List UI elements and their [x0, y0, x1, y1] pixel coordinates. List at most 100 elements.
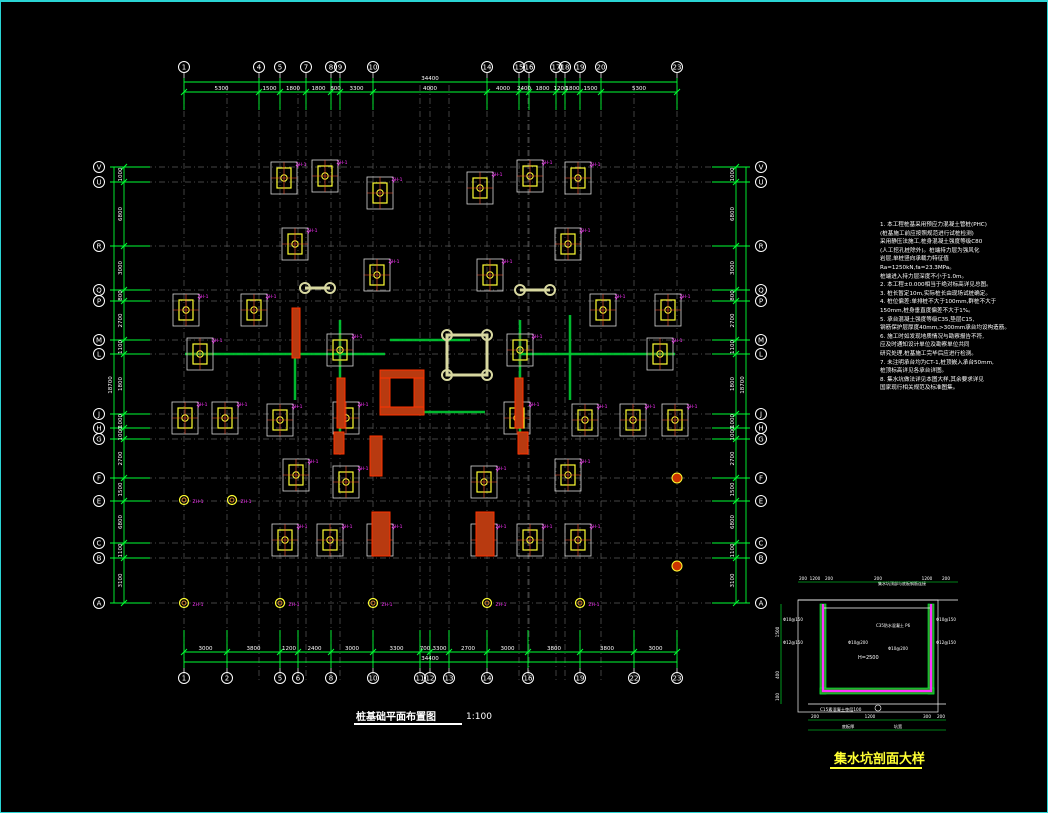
axis-bubble-bottom-text: 1 [182, 675, 186, 683]
axis-bubble-bottom-text: 13 [445, 675, 454, 683]
dim-text-left: 3000 [118, 261, 124, 275]
dim-text-top: 1500 [584, 86, 598, 92]
axis-bubble-top-text: 1 [182, 64, 186, 72]
axis-bubble-right-text: P [759, 298, 763, 306]
dim-text-right-total: 18700 [740, 376, 746, 394]
cad-drawing-canvas[interactable]: 5300 1500 1800 1800 800 3300 4000 4000 2400 1800 1… [0, 0, 1048, 812]
dim-text-left: 1000 [118, 167, 124, 181]
axis-bubble-left-text: J [97, 411, 100, 419]
dim-text-bottom: 3800 [600, 646, 614, 652]
axis-bubble-right-text: G [758, 436, 763, 444]
dim-text-bottom: 3800 [247, 646, 261, 652]
depth-label: H=2500 [858, 655, 879, 661]
dim-text-left: 1500 [118, 482, 124, 496]
dim-text-left: 6800 [118, 207, 124, 221]
detail-bottom-label: 底板厚 [842, 723, 855, 730]
axis-bubble-left-text: G [96, 436, 101, 444]
dim-text-right: 1500 [730, 482, 736, 496]
axis-bubble-left-text: A [97, 600, 102, 608]
axis-bubble-top-text: 5 [278, 64, 282, 72]
dim-text-bottom: 3000 [199, 646, 213, 652]
axis-bubble-bottom-text: 6 [296, 675, 301, 683]
dim-text-bottom: 3300 [433, 646, 447, 652]
column [291, 307, 301, 359]
detail-title-underline [830, 767, 922, 769]
detail-note-top: 集水坑顶部与底板钢筋连接 [878, 580, 926, 586]
axis-bubble-right-text: E [759, 498, 763, 506]
pile-red [671, 560, 683, 572]
detail-dim-text-bottom: 200 [811, 714, 819, 719]
rebar-cage [821, 604, 933, 693]
detail-note-mid: C35防水混凝土 P6 [876, 622, 911, 628]
dim-text-top-total: 34400 [421, 76, 439, 82]
axis-bubble-left-text: M [96, 337, 102, 345]
axis-bubble-right-text: R [759, 243, 764, 251]
column [514, 377, 524, 429]
single-pile [226, 494, 238, 506]
axis-bubble-left-text: P [97, 298, 101, 306]
dim-text-right: 1100 [730, 543, 736, 557]
axis-bubble-left-text: U [96, 179, 101, 187]
axis-bubble-top-text: 23 [673, 64, 682, 72]
note-line: 2. 本工程±0.000相当于绝对标高详见总图。 [880, 282, 992, 289]
axis-bubble-left-text: V [97, 164, 102, 172]
dimension-lines: 5300 1500 1800 1800 800 3300 4000 4000 2400 1800 1… [108, 76, 750, 668]
dim-text-bottom: 2400 [308, 646, 322, 652]
axis-bubble-bottom-text: 19 [576, 675, 585, 683]
detail-dim-text-top: 200 [825, 576, 833, 581]
dim-text-right: 800 [730, 290, 736, 301]
axis-bubble-left-text: B [97, 555, 102, 563]
dim-text-right: 2700 [730, 451, 736, 465]
plan-title-underline [354, 723, 462, 725]
dim-text-left: 1000 [118, 426, 124, 440]
detail-dim-text-left: 400 [775, 671, 780, 679]
axis-bubble-left-text: R [97, 243, 102, 251]
pile-label: ZH-1 [289, 602, 300, 608]
axis-bubble-top-text: 19 [576, 64, 585, 72]
axis-bubble-bottom-text: 11 [416, 675, 425, 683]
axis-bubble-bottom-text: 5 [278, 675, 282, 683]
note-line: 桩顶标高详见各承台详图。 [880, 368, 948, 375]
note-line: 7. 未注明承台均为CT-1,桩顶嵌入承台50mm, [880, 359, 994, 366]
plan-scale: 1:100 [466, 712, 492, 722]
dim-text-right: 3000 [730, 261, 736, 275]
axis-bubble-top-text: 16 [525, 64, 534, 72]
detail-dim-text-top: 200 [874, 576, 882, 581]
dim-text-top: 1800 [312, 86, 326, 92]
pile-label: ZH-1 [193, 602, 204, 608]
column [333, 431, 345, 455]
axis-bubble-top-text: 14 [483, 64, 492, 72]
dim-text-left: 2700 [118, 451, 124, 465]
design-notes: 1. 本工程桩基采用预应力混凝土管桩(PHC) (桩基施工前应按照规范进行试桩检测… [880, 221, 1012, 393]
axis-bubble-right-text: B [759, 555, 764, 563]
dim-text-left: 1000 [118, 414, 124, 428]
detail-dim-text-bottom: 1200 [865, 714, 876, 719]
dim-text-right: 6800 [730, 515, 736, 529]
axis-bubble-bottom-text: 16 [524, 675, 533, 683]
note-line: 应及时通知设计单位及勘察单位共同 [880, 342, 970, 349]
dim-text-bottom: 1200 [282, 646, 296, 652]
column [336, 377, 346, 429]
sump-section-detail: H=2500 C15素混凝土垫层100 集水坑顶部与底板钢筋连接 C35防水混凝土 P… [775, 576, 958, 731]
detail-title: 集水坑剖面大样 [834, 752, 926, 767]
section-marker [874, 704, 882, 712]
dim-text-right: 2700 [730, 313, 736, 327]
axis-bubble-left-text: L [97, 351, 101, 359]
axis-bubble-right-text: A [759, 600, 764, 608]
axis-grid [120, 85, 745, 680]
columns [291, 282, 556, 557]
dim-text-bottom: 2700 [461, 646, 475, 652]
dim-text-left: 1100 [118, 543, 124, 557]
detail-dim-text-bottom: 200 [937, 714, 945, 719]
note-line: 采用静压法施工,桩身混凝土强度等级C80 [880, 239, 983, 246]
column [379, 369, 425, 379]
dim-text-left: 3100 [118, 573, 124, 587]
axis-bubble-right-text: Q [758, 287, 764, 295]
axis-bubble-right-text: C [759, 540, 764, 548]
dim-text-top: 5300 [632, 86, 646, 92]
detail-dim-text-top: 200 [799, 576, 807, 581]
axis-bubble-top-text: 4 [257, 64, 262, 72]
dim-text-top: 800 [330, 86, 341, 92]
detail-dim-text-bottom: 300 [923, 714, 931, 719]
note-line: 8. 集水坑做法详见本图大样,其余要求详见 [880, 376, 984, 383]
